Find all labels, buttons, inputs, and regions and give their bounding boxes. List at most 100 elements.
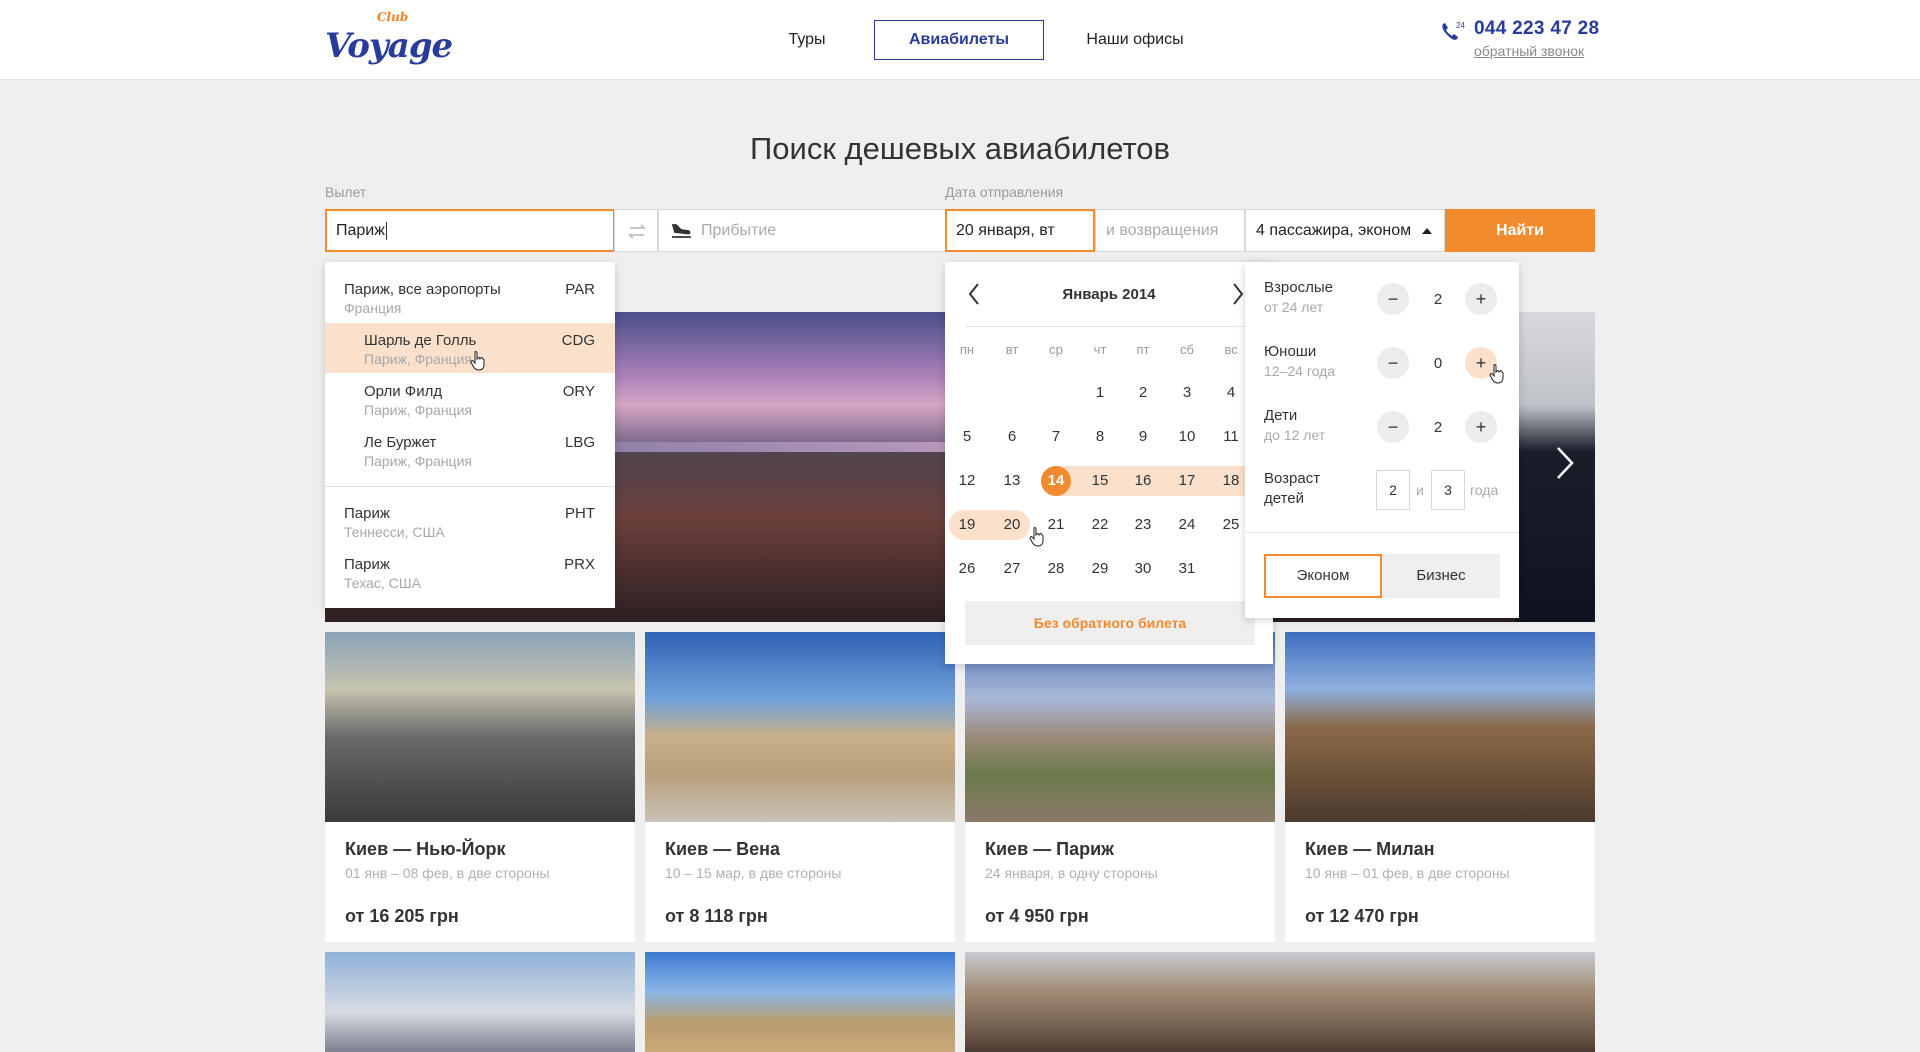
nav-avia[interactable]: Авиабилеты (874, 20, 1044, 60)
autocomplete-name: Париж (344, 505, 390, 522)
calendar-day[interactable]: 27 (992, 554, 1032, 584)
adults-sub: от 24 лет (1264, 299, 1324, 315)
passengers-select[interactable]: 4 пассажира, эконом (1245, 209, 1445, 252)
adults-minus-button[interactable]: − (1377, 283, 1409, 315)
autocomplete-item[interactable]: Ле Буржет Париж, Франция LBG (325, 425, 615, 475)
calendar-day[interactable]: 12 (947, 466, 987, 496)
chevron-right-icon[interactable] (1555, 445, 1575, 481)
departure-input[interactable]: Париж (325, 209, 615, 252)
calendar-day[interactable]: 28 (1036, 554, 1076, 584)
offer-card-new-york[interactable]: Киев — Нью-Йорк 01 янв – 08 фев, в две с… (325, 632, 635, 942)
age-and: и (1416, 482, 1424, 498)
card-price: от 4 950 грн (985, 906, 1089, 926)
offer-card-paris[interactable]: Киев — Париж 24 января, в одну стороны о… (965, 632, 1275, 942)
class-economy-button[interactable]: Эконом (1264, 554, 1382, 598)
header: Club Voyage Туры Авиабилеты Наши офисы 2… (0, 0, 1920, 80)
departure-label: Вылет (325, 184, 367, 200)
calendar-day[interactable]: 5 (947, 422, 987, 452)
youth-count: 0 (1433, 355, 1443, 372)
calendar-day[interactable]: 7 (1036, 422, 1076, 452)
card-image (1285, 632, 1595, 822)
autocomplete-name: Шарль де Голль (364, 332, 477, 349)
phone-number[interactable]: 044 223 47 28 (1474, 18, 1599, 40)
return-date-input[interactable]: и возвращения (1095, 209, 1245, 252)
calendar-day[interactable]: 24 (1167, 510, 1207, 540)
autocomplete-item[interactable]: Париж Техас, США PRX (325, 547, 615, 597)
nav-tours[interactable]: Туры (760, 20, 854, 60)
autocomplete-item[interactable]: Париж Теннесси, США PHT (325, 496, 615, 546)
autocomplete-item[interactable]: Орли Филд Париж, Франция ORY (325, 374, 615, 424)
children-minus-button[interactable]: − (1377, 411, 1409, 443)
calendar-day[interactable]: 2 (1123, 378, 1163, 408)
adults-label: Взрослые (1264, 279, 1333, 296)
weekday-label: ср (1049, 342, 1063, 357)
find-button[interactable]: Найти (1445, 209, 1595, 252)
calendar-day[interactable]: 1 (1080, 378, 1120, 408)
card-dates: 01 янв – 08 фев, в две стороны (345, 865, 550, 881)
plane-landing-icon (671, 224, 691, 238)
calendar-day[interactable]: 6 (992, 422, 1032, 452)
chevron-right-icon[interactable] (1231, 282, 1245, 306)
weekday-label: вт (1005, 342, 1019, 357)
children-plus-button[interactable]: + (1465, 411, 1497, 443)
calendar-day[interactable]: 14 (1036, 466, 1076, 496)
child-age-input-2[interactable]: 3 (1431, 470, 1465, 510)
youth-minus-button[interactable]: − (1377, 347, 1409, 379)
card-route: Киев — Нью-Йорк (345, 839, 506, 859)
card-image (325, 632, 635, 822)
card-price: от 16 205 грн (345, 906, 459, 926)
calendar-day[interactable]: 23 (1123, 510, 1163, 540)
calendar-day[interactable]: 20 (992, 510, 1032, 540)
offer-image-tile[interactable] (325, 952, 635, 1052)
autocomplete-sub: Париж, Франция (364, 402, 472, 418)
hand-cursor-icon (470, 351, 485, 371)
nav-offices[interactable]: Наши офисы (1064, 20, 1206, 60)
card-price: от 12 470 грн (1305, 906, 1419, 926)
swap-button[interactable] (614, 209, 658, 252)
card-dates: 10 – 15 мар, в две стороны (665, 865, 842, 881)
autocomplete-sub: Париж, Франция (364, 453, 472, 469)
calendar-day[interactable]: 8 (1080, 422, 1120, 452)
callback-link[interactable]: обратный звонок (1474, 43, 1584, 59)
offer-card-vienna[interactable]: Киев — Вена 10 – 15 мар, в две стороны о… (645, 632, 955, 942)
swap-icon (628, 224, 646, 239)
calendar-day[interactable]: 30 (1123, 554, 1163, 584)
calendar-day[interactable]: 15 (1080, 466, 1120, 496)
calendar-day[interactable]: 3 (1167, 378, 1207, 408)
calendar-day[interactable]: 22 (1080, 510, 1120, 540)
arrival-placeholder: Прибытие (701, 222, 777, 239)
adults-count: 2 (1433, 291, 1443, 308)
class-business-button[interactable]: Бизнес (1382, 554, 1500, 598)
phone-badge: 24 (1456, 21, 1465, 30)
weekday-label: пт (1136, 342, 1150, 357)
children-age-label: Возраст (1264, 470, 1321, 487)
children-sub: до 12 лет (1264, 427, 1326, 443)
no-return-button[interactable]: Без обратного билета (965, 601, 1255, 645)
autocomplete-code: ORY (562, 383, 595, 400)
calendar-day[interactable]: 17 (1167, 466, 1207, 496)
passengers-panel: Взрослые от 24 лет − 2 + Юноши 12–24 год… (1245, 262, 1519, 618)
calendar-day[interactable]: 19 (947, 510, 987, 540)
offer-image-tile[interactable] (965, 952, 1595, 1052)
date-input[interactable]: 20 января, вт (945, 209, 1095, 252)
date-label: Дата отправления (945, 184, 1064, 200)
calendar-day[interactable]: 26 (947, 554, 987, 584)
logo[interactable]: Club Voyage (323, 10, 453, 68)
calendar-day[interactable]: 29 (1080, 554, 1120, 584)
calendar-day[interactable]: 9 (1123, 422, 1163, 452)
calendar-day[interactable]: 10 (1167, 422, 1207, 452)
adults-plus-button[interactable]: + (1465, 283, 1497, 315)
hand-cursor-icon (1029, 527, 1044, 547)
autocomplete-item[interactable]: Париж, все аэропорты Франция PAR (325, 272, 615, 322)
autocomplete-name: Ле Буржет (364, 434, 437, 451)
weekday-label: чт (1093, 342, 1107, 357)
offer-image-tile[interactable] (645, 952, 955, 1052)
calendar-day[interactable]: 13 (992, 466, 1032, 496)
arrival-input[interactable]: Прибытие (658, 209, 946, 252)
autocomplete-code: LBG (564, 434, 595, 451)
child-age-input-1[interactable]: 2 (1376, 470, 1410, 510)
autocomplete-code: CDG (561, 332, 595, 349)
offer-card-milan[interactable]: Киев — Милан 10 янв – 01 фев, в две стор… (1285, 632, 1595, 942)
calendar-day[interactable]: 31 (1167, 554, 1207, 584)
calendar-day[interactable]: 16 (1123, 466, 1163, 496)
